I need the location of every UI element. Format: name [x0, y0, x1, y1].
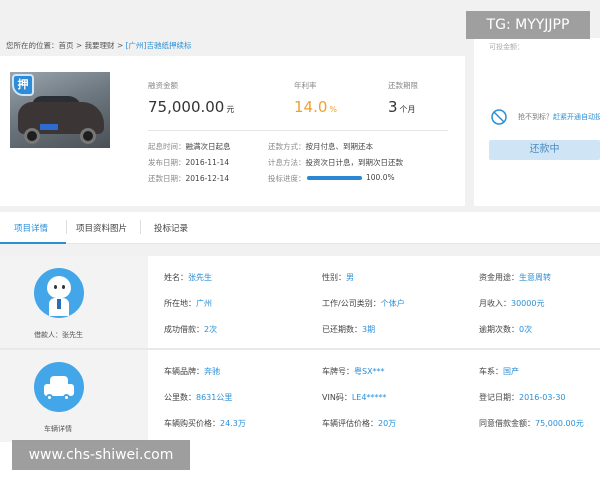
breadcrumb-prefix: 您所在的位置：	[6, 41, 59, 50]
tab-bid-records[interactable]: 投标记录	[154, 222, 188, 234]
rate-label: 年利率	[294, 81, 317, 90]
auto-bid-hint: 抢不到标？赶紧开通自动投标	[518, 112, 600, 122]
borrower-gender: 性别：男	[322, 273, 354, 282]
borrower-location: 所在地：广州	[164, 299, 212, 308]
breadcrumb-current[interactable]: [广州]吉驰纸押续标	[126, 41, 192, 50]
vehicle-purchase-price: 车辆购买价格：24.3万	[164, 419, 246, 428]
available-amount-label: 可投金额：	[489, 43, 524, 51]
borrower-caption: 借款人：张先生	[34, 331, 83, 339]
vehicle-vin: VIN码：LE4*****	[322, 393, 387, 402]
vehicle-mileage: 公里数：8631公里	[164, 393, 233, 402]
tab-separator	[66, 220, 67, 234]
watermark-top: TG: MYYJJPP	[466, 11, 590, 39]
amount-value: 75,000.00 元	[148, 98, 235, 116]
rate-value: 14.0%	[294, 98, 338, 116]
bid-progress-label: 投标进度：	[268, 174, 306, 183]
loan-purpose: 资金用途：生意周转	[479, 273, 551, 282]
approved-loan-amount: 同意借款金额：75,000.00元	[479, 419, 584, 428]
borrower-avatar	[34, 268, 84, 318]
repay-method: 还款方式：按月付息、到期还本	[268, 142, 373, 151]
borrower-job: 工作/公司类别：个体户	[322, 299, 405, 308]
active-tab-indicator	[0, 242, 66, 244]
bid-progress-fill	[307, 176, 362, 180]
vehicle-caption: 车辆详情	[44, 425, 72, 433]
repaying-status-button[interactable]: 还款中	[489, 140, 600, 160]
vehicle-series: 车系：国产	[479, 367, 519, 376]
overdue-count: 逾期次数：0次	[479, 325, 533, 334]
breadcrumb-home-link[interactable]: 首页	[59, 41, 74, 50]
successful-loans: 成功借款：2次	[164, 325, 218, 334]
term-label: 还款期限	[388, 81, 418, 90]
breadcrumb-separator: >	[114, 41, 126, 50]
breadcrumb-invest-link[interactable]: 我要理财	[85, 41, 115, 50]
start-interest: 起息时间：融满次日起息	[148, 142, 231, 151]
interest-method: 计息方法：投资次日计息，到期次日还款	[268, 158, 403, 167]
forbid-icon	[491, 109, 507, 125]
amount-label: 融资金额	[148, 81, 178, 90]
vehicle-registration-date: 登记日期：2016-03-30	[479, 393, 566, 402]
bid-progress-bar	[307, 176, 362, 180]
breadcrumb-separator: >	[73, 41, 85, 50]
term-value: 3 个月	[388, 98, 416, 116]
vehicle-evaluation-price: 车辆评估价格：20万	[322, 419, 397, 428]
collateral-badge: 押	[12, 74, 34, 96]
tab-project-details[interactable]: 项目详情	[14, 222, 48, 234]
bid-progress-value: 100.0%	[366, 173, 395, 182]
repaid-periods: 已还期数：3期	[322, 325, 376, 334]
vehicle-plate: 车牌号：粤SX***	[322, 367, 385, 376]
publish-date: 发布日期：2016-11-14	[148, 158, 230, 167]
monthly-income: 月收入：30000元	[479, 299, 545, 308]
tab-separator	[140, 220, 141, 234]
borrower-name: 姓名：张先生	[164, 273, 212, 282]
watermark-bottom: www.chs-shiwei.com	[12, 440, 190, 470]
auto-bid-link[interactable]: 赶紧开通自动投标	[553, 113, 600, 121]
breadcrumb: 您所在的位置：首页 > 我要理财 > [广州]吉驰纸押续标	[6, 40, 191, 51]
row-divider	[0, 348, 600, 350]
divider	[148, 130, 448, 131]
car-icon	[34, 362, 84, 412]
repay-date: 还款日期：2016-12-14	[148, 174, 230, 183]
tab-project-images[interactable]: 项目资料图片	[76, 222, 127, 234]
vehicle-brand: 车辆品牌：奔驰	[164, 367, 220, 376]
